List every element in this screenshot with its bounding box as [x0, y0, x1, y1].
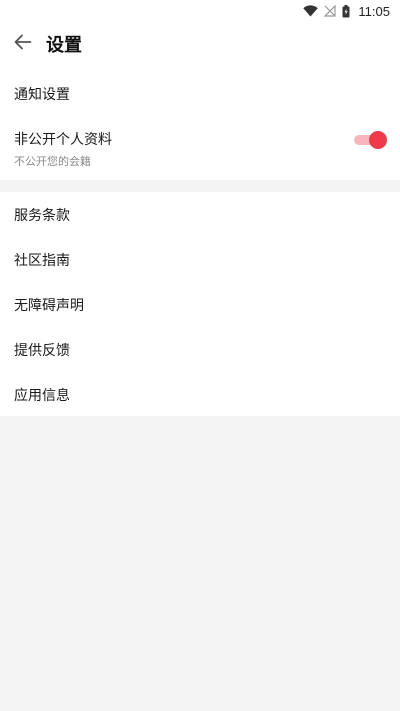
settings-section-privacy: 通知设置 非公开个人资料 不公开您的会籍: [0, 66, 400, 180]
list-item-label: 无障碍声明: [14, 297, 84, 314]
notification-settings-item[interactable]: 通知设置: [0, 84, 400, 104]
list-item-terms-of-service[interactable]: 服务条款: [0, 192, 400, 237]
back-button[interactable]: [0, 22, 46, 66]
battery-icon: [342, 4, 350, 18]
list-item-app-info[interactable]: 应用信息: [0, 372, 400, 417]
private-profile-item[interactable]: 非公开个人资料 不公开您的会籍: [0, 129, 400, 169]
notification-settings-label: 通知设置: [14, 87, 70, 103]
list-item-community-guidelines[interactable]: 社区指南: [0, 237, 400, 282]
page-title: 设置: [46, 35, 82, 56]
list-item-feedback[interactable]: 提供反馈: [0, 327, 400, 372]
list-item-label: 服务条款: [14, 207, 70, 224]
list-item-accessibility-statement[interactable]: 无障碍声明: [0, 282, 400, 327]
signal-off-icon: [324, 5, 337, 17]
wifi-icon: [303, 5, 319, 17]
list-item-label: 应用信息: [14, 387, 70, 404]
status-time: 11:05: [358, 3, 390, 19]
back-arrow-icon: [14, 34, 32, 54]
private-profile-label: 非公开个人资料: [14, 132, 112, 148]
list-item-label: 提供反馈: [14, 342, 70, 359]
settings-section-info: 服务条款 社区指南 无障碍声明 提供反馈 应用信息: [0, 192, 400, 416]
app-bar: 设置: [0, 22, 400, 66]
private-profile-toggle[interactable]: [354, 130, 387, 150]
list-item-label: 社区指南: [14, 252, 70, 269]
toggle-knob: [369, 131, 387, 149]
private-profile-sublabel: 不公开您的会籍: [14, 155, 91, 168]
status-bar: 11:05: [0, 0, 400, 22]
